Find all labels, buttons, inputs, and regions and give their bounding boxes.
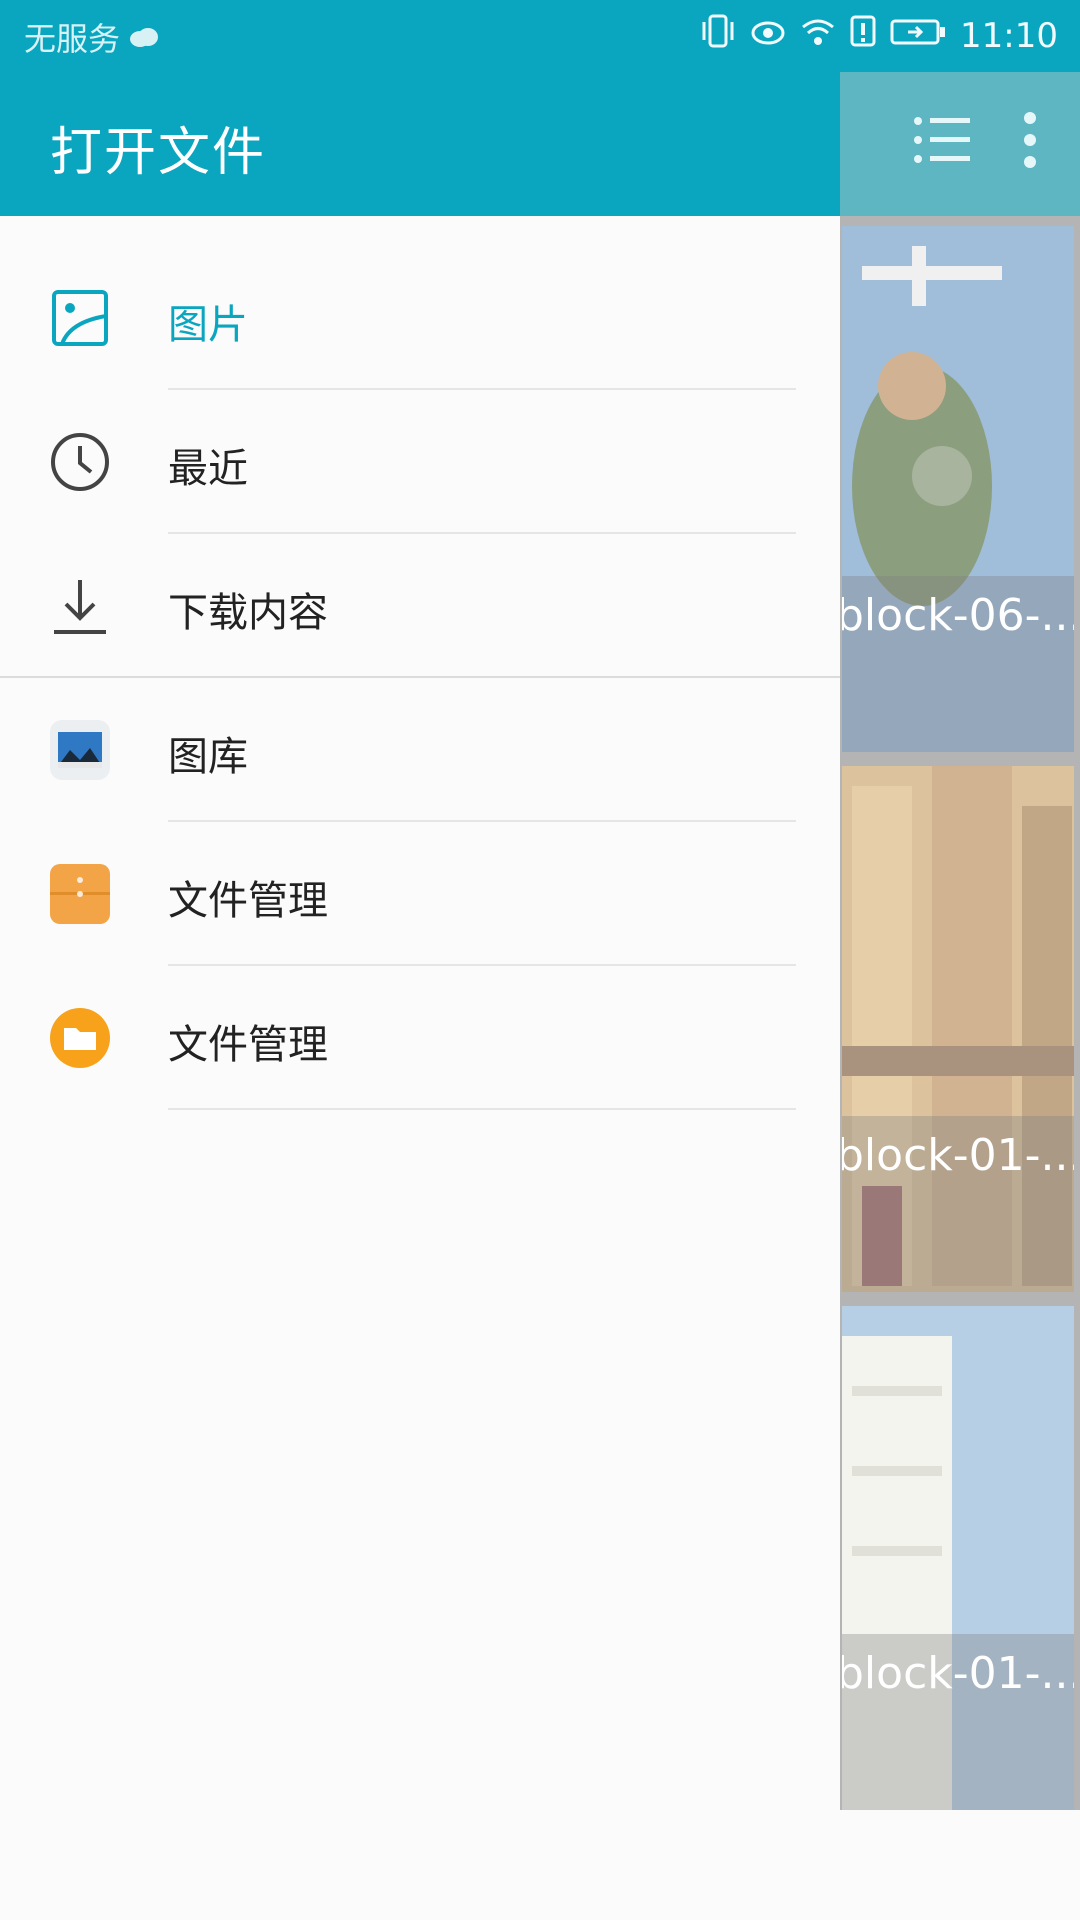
status-time: 11:10 <box>960 15 1058 56</box>
cloud-icon <box>128 18 160 56</box>
folder-app-icon <box>48 1006 112 1070</box>
nav-label: 文件管理 <box>168 1022 328 1068</box>
nav-item-gallery[interactable]: 图库 <box>0 678 840 822</box>
nav-item-recent[interactable]: 最近 <box>0 390 840 534</box>
nav-item-images[interactable]: 图片 <box>0 246 840 390</box>
status-carrier: 无服务 <box>24 14 160 60</box>
vibrate-icon <box>700 14 736 57</box>
file-manager-orange-icon <box>48 862 112 926</box>
alert-icon <box>850 15 876 56</box>
nav-item-file-manager[interactable]: 文件管理 <box>0 822 840 966</box>
nav-label: 图库 <box>168 734 248 780</box>
wifi-icon <box>800 16 836 56</box>
nav-label: 最近 <box>168 446 248 492</box>
nav-item-downloads[interactable]: 下载内容 <box>0 534 840 678</box>
gallery-app-icon <box>48 718 112 782</box>
bottom-area <box>0 1810 1080 1920</box>
nav-label: 文件管理 <box>168 878 328 924</box>
nav-label: 下载内容 <box>168 590 328 636</box>
drawer-title: 打开文件 <box>50 123 267 183</box>
drawer-header: 打开文件 <box>0 72 840 216</box>
divider <box>168 1108 796 1110</box>
eye-icon <box>750 16 786 56</box>
image-icon <box>48 286 112 350</box>
nav-item-file-manager-2[interactable]: 文件管理 <box>0 966 840 1110</box>
download-icon <box>48 574 112 638</box>
battery-icon <box>890 16 946 56</box>
status-icons: 11:10 <box>700 14 1058 57</box>
navigation-drawer: 打开文件 图片 最近 下载内容 图库 文件管理 文件管理 <box>0 0 840 1920</box>
nav-label: 图片 <box>168 302 248 348</box>
clock-icon <box>48 430 112 494</box>
